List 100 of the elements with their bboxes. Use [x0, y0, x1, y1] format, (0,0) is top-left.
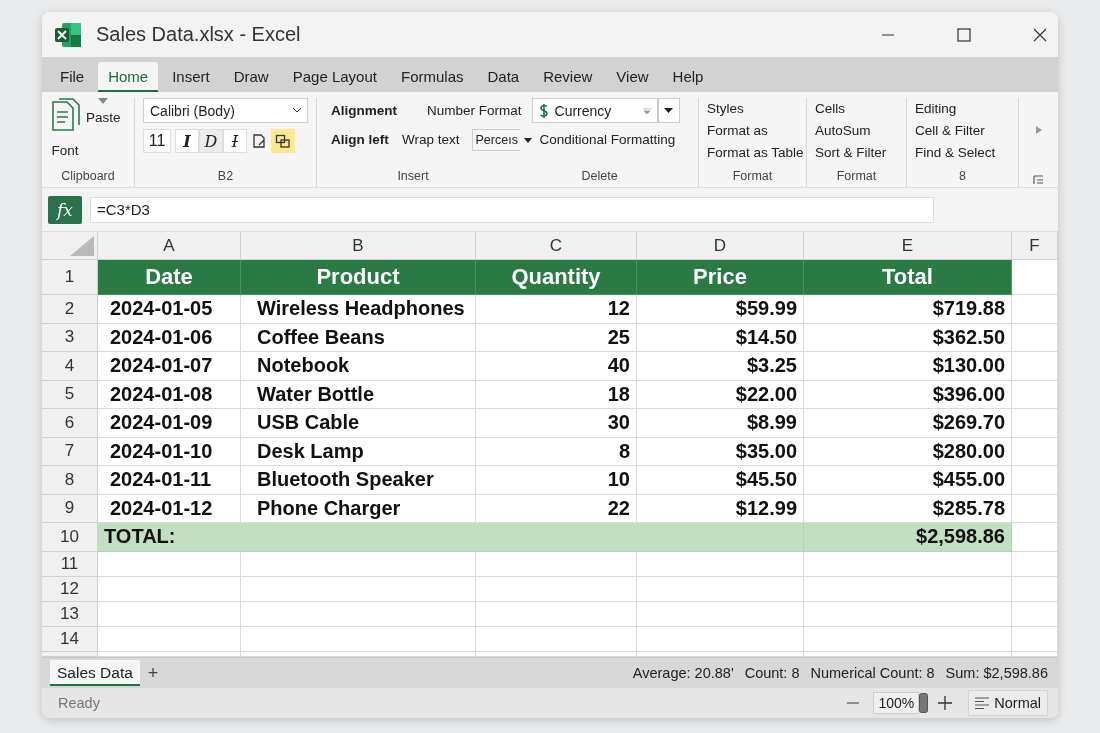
empty-cell[interactable]	[1012, 295, 1058, 324]
row-header[interactable]: 8	[42, 466, 98, 495]
column-header[interactable]: B	[241, 232, 476, 260]
page-pencil-icon[interactable]	[251, 133, 267, 149]
percent-field[interactable]: Perceıs	[471, 129, 520, 151]
align-left-button[interactable]: Align left	[331, 129, 402, 151]
empty-cell[interactable]	[241, 626, 476, 652]
menu-tab[interactable]: Formulas	[390, 62, 474, 92]
menu-tab[interactable]: Draw	[223, 62, 279, 92]
row-header[interactable]: 3	[42, 323, 98, 352]
select-all-icon[interactable]	[70, 236, 94, 256]
menu-tab[interactable]: Review	[533, 62, 603, 92]
menu-tab[interactable]: Page Layout	[282, 62, 387, 92]
wrap-text-button[interactable]: Wrap text	[402, 129, 460, 151]
column-header[interactable]: C	[476, 232, 637, 260]
empty-cell[interactable]	[637, 551, 804, 577]
group-label: Insert	[397, 168, 429, 185]
column-header[interactable]: A	[98, 232, 241, 260]
menu-tab[interactable]: Insert	[162, 62, 220, 92]
maximize-icon[interactable]	[956, 26, 972, 43]
menu-tab[interactable]: Help	[662, 62, 714, 92]
copy-format-icon[interactable]	[275, 133, 291, 149]
dropdown-button[interactable]	[657, 98, 680, 123]
empty-cell[interactable]	[476, 576, 637, 602]
menu-tab[interactable]: Data	[477, 62, 530, 92]
row-header[interactable]: 9	[42, 494, 98, 523]
empty-cell[interactable]	[1012, 466, 1058, 495]
row-header[interactable]: 12	[42, 576, 98, 602]
italic-button[interactable]: I	[175, 129, 199, 153]
sheet-tab[interactable]: Sales Data	[50, 660, 140, 686]
ribbon-command[interactable]: Styles	[707, 98, 804, 120]
empty-cell[interactable]	[1012, 323, 1058, 352]
clipboard-icon[interactable]	[50, 98, 80, 132]
menu-tab[interactable]: Home	[98, 62, 159, 92]
ribbon-command[interactable]: AutoSum	[815, 120, 887, 142]
font-size-field[interactable]: 11	[143, 129, 171, 153]
caret-icon[interactable]	[523, 137, 532, 143]
empty-cell[interactable]	[804, 551, 1012, 577]
row-header[interactable]: 7	[42, 437, 98, 466]
ribbon-command[interactable]: Editing	[915, 98, 996, 120]
ribbon-command[interactable]: Format as Table	[707, 142, 804, 164]
formula-field[interactable]: =C3*D3	[90, 196, 934, 223]
ribbon-command[interactable]: Cell & Filter	[915, 120, 996, 142]
empty-cell[interactable]	[476, 601, 637, 627]
normal-view-button[interactable]: Normal	[968, 690, 1048, 716]
expand-icon[interactable]	[1033, 175, 1044, 185]
zoom-level[interactable]: 100%	[873, 692, 920, 714]
row-header[interactable]: 13	[42, 601, 98, 627]
empty-cell[interactable]	[804, 626, 1012, 652]
empty-cell[interactable]	[476, 551, 637, 577]
row-header[interactable]: 2	[42, 295, 98, 324]
empty-cell[interactable]	[1012, 551, 1058, 577]
add-sheet-button[interactable]: +	[147, 662, 159, 684]
empty-cell[interactable]	[637, 626, 804, 652]
paste-button[interactable]: Paste	[86, 107, 121, 129]
empty-cell[interactable]	[1012, 352, 1058, 381]
font-name-dropdown[interactable]: Calibri (Body)	[143, 98, 308, 123]
row-header[interactable]: 6	[42, 409, 98, 438]
empty-cell[interactable]	[804, 576, 1012, 602]
row-header[interactable]: 10	[42, 523, 98, 552]
row-header[interactable]: 4	[42, 352, 98, 381]
empty-cell[interactable]	[476, 626, 637, 652]
zoom-slider-thumb-icon[interactable]	[919, 693, 929, 713]
zoom-in-icon[interactable]	[938, 696, 953, 710]
conditional-formatting-button[interactable]: Conditional Formatting	[539, 129, 676, 151]
style-button[interactable]: D	[199, 129, 223, 153]
empty-cell[interactable]	[1012, 380, 1058, 409]
menu-tab[interactable]: View	[606, 62, 659, 92]
function-button[interactable]: fx	[48, 195, 82, 224]
scroll-right-icon[interactable]	[1035, 126, 1042, 134]
empty-cell[interactable]	[1012, 601, 1058, 627]
ribbon-command[interactable]: Sort & Filter	[815, 142, 887, 164]
empty-cell[interactable]	[1012, 576, 1058, 602]
row-header[interactable]: 11	[42, 551, 98, 577]
ribbon-command[interactable]: Cells	[815, 98, 887, 120]
row-header[interactable]: 14	[42, 626, 98, 652]
empty-cell[interactable]	[241, 576, 476, 602]
empty-cell[interactable]	[1012, 437, 1058, 466]
table-cell: Wireless Headphones	[241, 295, 476, 324]
strikethrough-button[interactable]: I	[223, 129, 247, 153]
row-header[interactable]: 1	[42, 260, 98, 295]
empty-cell[interactable]	[1012, 494, 1058, 523]
empty-cell[interactable]	[241, 601, 476, 627]
alignment-button[interactable]: Alignment	[331, 99, 427, 122]
ribbon-command[interactable]: Format as	[707, 120, 804, 142]
empty-cell[interactable]	[241, 551, 476, 577]
empty-cell[interactable]	[637, 601, 804, 627]
empty-cell[interactable]	[804, 601, 1012, 627]
column-header[interactable]: D	[637, 232, 804, 260]
number-format-dropdown[interactable]: Currency	[531, 98, 658, 123]
column-header[interactable]: F	[1012, 232, 1058, 260]
font-button[interactable]: Font	[51, 140, 79, 162]
empty-cell[interactable]	[637, 576, 804, 602]
close-icon[interactable]	[1032, 26, 1048, 43]
empty-cell[interactable]	[1012, 626, 1058, 652]
ribbon-command[interactable]: Find & Select	[915, 142, 996, 164]
empty-cell[interactable]	[1012, 409, 1058, 438]
row-header[interactable]: 5	[42, 380, 98, 409]
column-header[interactable]: E	[804, 232, 1012, 260]
menu-tab[interactable]: File	[50, 62, 95, 92]
